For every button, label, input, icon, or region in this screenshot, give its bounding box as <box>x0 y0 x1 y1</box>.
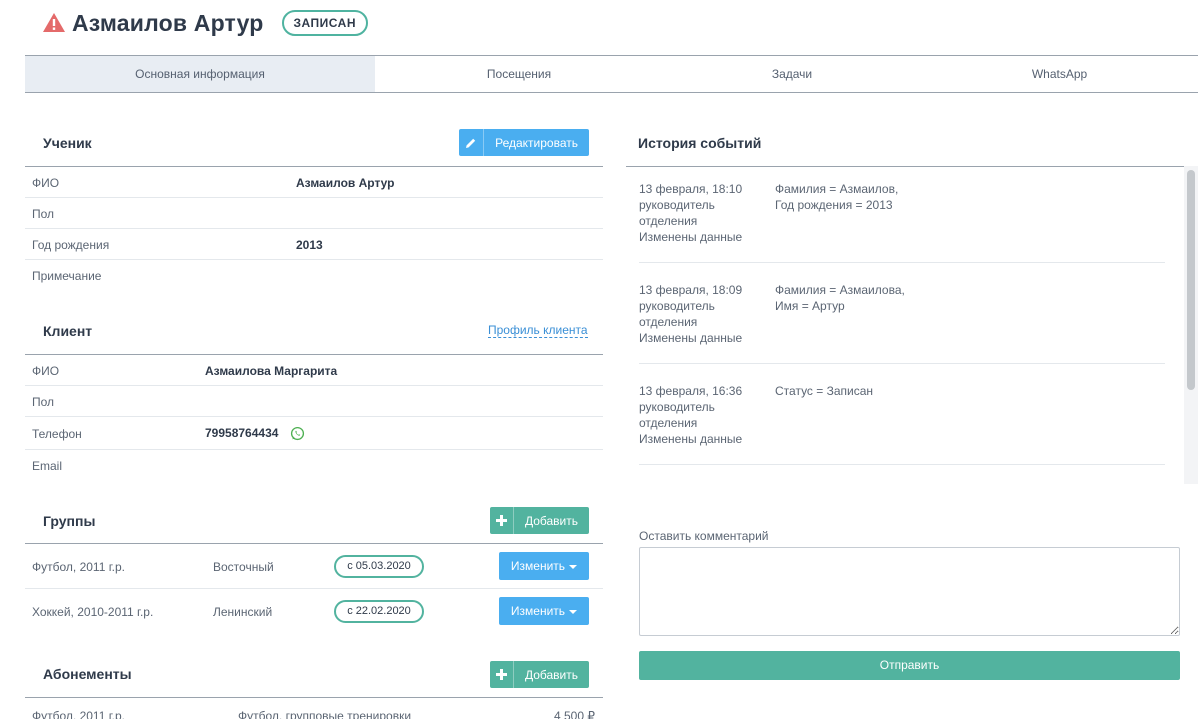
client-email-label: Email <box>32 459 63 473</box>
status-badge: ЗАПИСАН <box>281 10 369 36</box>
history-date: 13 февраля, 16:36 <box>639 384 743 398</box>
row-divider <box>25 259 603 260</box>
student-gender-label: Пол <box>32 207 55 221</box>
divider <box>25 166 603 167</box>
history-changes: Статус = Записан <box>775 383 873 399</box>
group-branch: Восточный <box>213 560 274 574</box>
student-section-title: Ученик <box>43 135 92 151</box>
history-meta: 13 февраля, 18:10 руководитель отделения… <box>639 181 742 245</box>
client-section-title: Клиент <box>43 323 93 339</box>
row-divider <box>25 588 603 589</box>
history-scrollbar-thumb[interactable] <box>1187 170 1195 390</box>
tab-visits[interactable]: Посещения <box>375 56 663 92</box>
group-since-badge: с 05.03.2020 <box>334 555 424 578</box>
history-divider <box>639 363 1165 364</box>
pencil-icon <box>459 129 485 156</box>
history-role: руководитель <box>639 400 715 414</box>
client-profile-link[interactable]: Профиль клиента <box>488 323 588 338</box>
history-changes: Фамилия = Азмаилова, Имя = Артур <box>775 282 905 314</box>
divider <box>25 697 603 698</box>
warning-icon <box>43 13 65 32</box>
student-note-label: Примечание <box>32 269 102 283</box>
add-group-label: Добавить <box>524 513 578 528</box>
page-header: Азмаилов Артур ЗАПИСАН <box>42 8 369 38</box>
client-phone-value: 79958764434 <box>205 426 279 440</box>
client-gender-label: Пол <box>32 395 55 409</box>
group-name: Футбол, 2011 г.р. <box>32 560 125 574</box>
history-change: Фамилия = Азмаилов, <box>775 182 899 196</box>
caret-down-icon <box>569 564 578 569</box>
comment-textarea[interactable] <box>639 547 1180 636</box>
history-change: Фамилия = Азмаилова, <box>775 283 905 297</box>
divider <box>25 543 603 544</box>
group-name: Хоккей, 2010-2011 г.р. <box>32 605 154 619</box>
subscription-price: 4 500 ₽ <box>554 709 595 719</box>
divider <box>626 166 1198 167</box>
history-divider <box>639 262 1165 263</box>
history-role: руководитель <box>639 299 715 313</box>
subscription-group: Футбол, 2011 г.р. <box>32 709 125 719</box>
student-birthyear-value: 2013 <box>296 238 323 252</box>
history-role: отделения <box>639 214 698 228</box>
history-divider <box>639 464 1165 465</box>
client-fio-label: ФИО <box>32 364 60 378</box>
change-button-label: Изменить <box>510 604 566 618</box>
add-subscription-label: Добавить <box>524 667 578 682</box>
change-group-button[interactable]: Изменить <box>499 552 589 580</box>
edit-button-label: Редактировать <box>495 135 578 150</box>
row-divider <box>25 385 603 386</box>
whatsapp-icon[interactable] <box>290 426 305 441</box>
row-divider <box>25 449 603 450</box>
history-role: руководитель <box>639 198 715 212</box>
history-section-title: История событий <box>638 135 762 151</box>
add-subscription-button[interactable]: Добавить <box>490 661 589 688</box>
history-change: Статус = Записан <box>775 384 874 398</box>
student-fio-value: Азмаилов Артур <box>296 176 395 190</box>
group-branch: Ленинский <box>213 605 273 619</box>
caret-down-icon <box>569 609 578 614</box>
page-title: Азмаилов Артур <box>72 9 264 36</box>
history-action: Изменены данные <box>639 432 743 446</box>
history-meta: 13 февраля, 18:09 руководитель отделения… <box>639 282 742 346</box>
row-divider <box>25 416 603 417</box>
history-date: 13 февраля, 18:09 <box>639 283 743 297</box>
add-group-button[interactable]: Добавить <box>490 507 589 534</box>
subscriptions-section-title: Абонементы <box>43 666 132 682</box>
plus-icon <box>490 661 514 688</box>
history-date: 13 февраля, 18:10 <box>639 182 743 196</box>
groups-section-title: Группы <box>43 513 96 529</box>
comment-label: Оставить комментарий <box>639 529 769 543</box>
history-role: отделения <box>639 315 698 329</box>
history-action: Изменены данные <box>639 230 743 244</box>
change-button-label: Изменить <box>510 559 566 573</box>
group-since-badge: с 22.02.2020 <box>334 600 424 623</box>
plus-icon <box>490 507 514 534</box>
client-fio-value: Азмаилова Маргарита <box>205 364 338 378</box>
tab-main-info[interactable]: Основная информация <box>25 56 375 92</box>
edit-student-button[interactable]: Редактировать <box>459 129 589 156</box>
history-role: отделения <box>639 416 698 430</box>
subscription-type: Футбол, групповые тренировки <box>238 709 412 719</box>
student-fio-label: ФИО <box>32 176 60 190</box>
row-divider <box>25 197 603 198</box>
history-action: Изменены данные <box>639 331 743 345</box>
history-change: Год рождения = 2013 <box>775 198 893 212</box>
tab-bar: Основная информация Посещения Задачи Wha… <box>25 55 1198 93</box>
client-phone-label: Телефон <box>32 427 82 441</box>
history-changes: Фамилия = Азмаилов, Год рождения = 2013 <box>775 181 898 213</box>
row-divider <box>25 228 603 229</box>
tab-whatsapp[interactable]: WhatsApp <box>921 56 1198 92</box>
divider <box>25 354 603 355</box>
history-meta: 13 февраля, 16:36 руководитель отделения… <box>639 383 742 447</box>
tab-tasks[interactable]: Задачи <box>663 56 921 92</box>
change-group-button[interactable]: Изменить <box>499 597 589 625</box>
student-birthyear-label: Год рождения <box>32 238 110 252</box>
send-comment-button[interactable]: Отправить <box>639 651 1180 680</box>
history-change: Имя = Артур <box>775 299 845 313</box>
